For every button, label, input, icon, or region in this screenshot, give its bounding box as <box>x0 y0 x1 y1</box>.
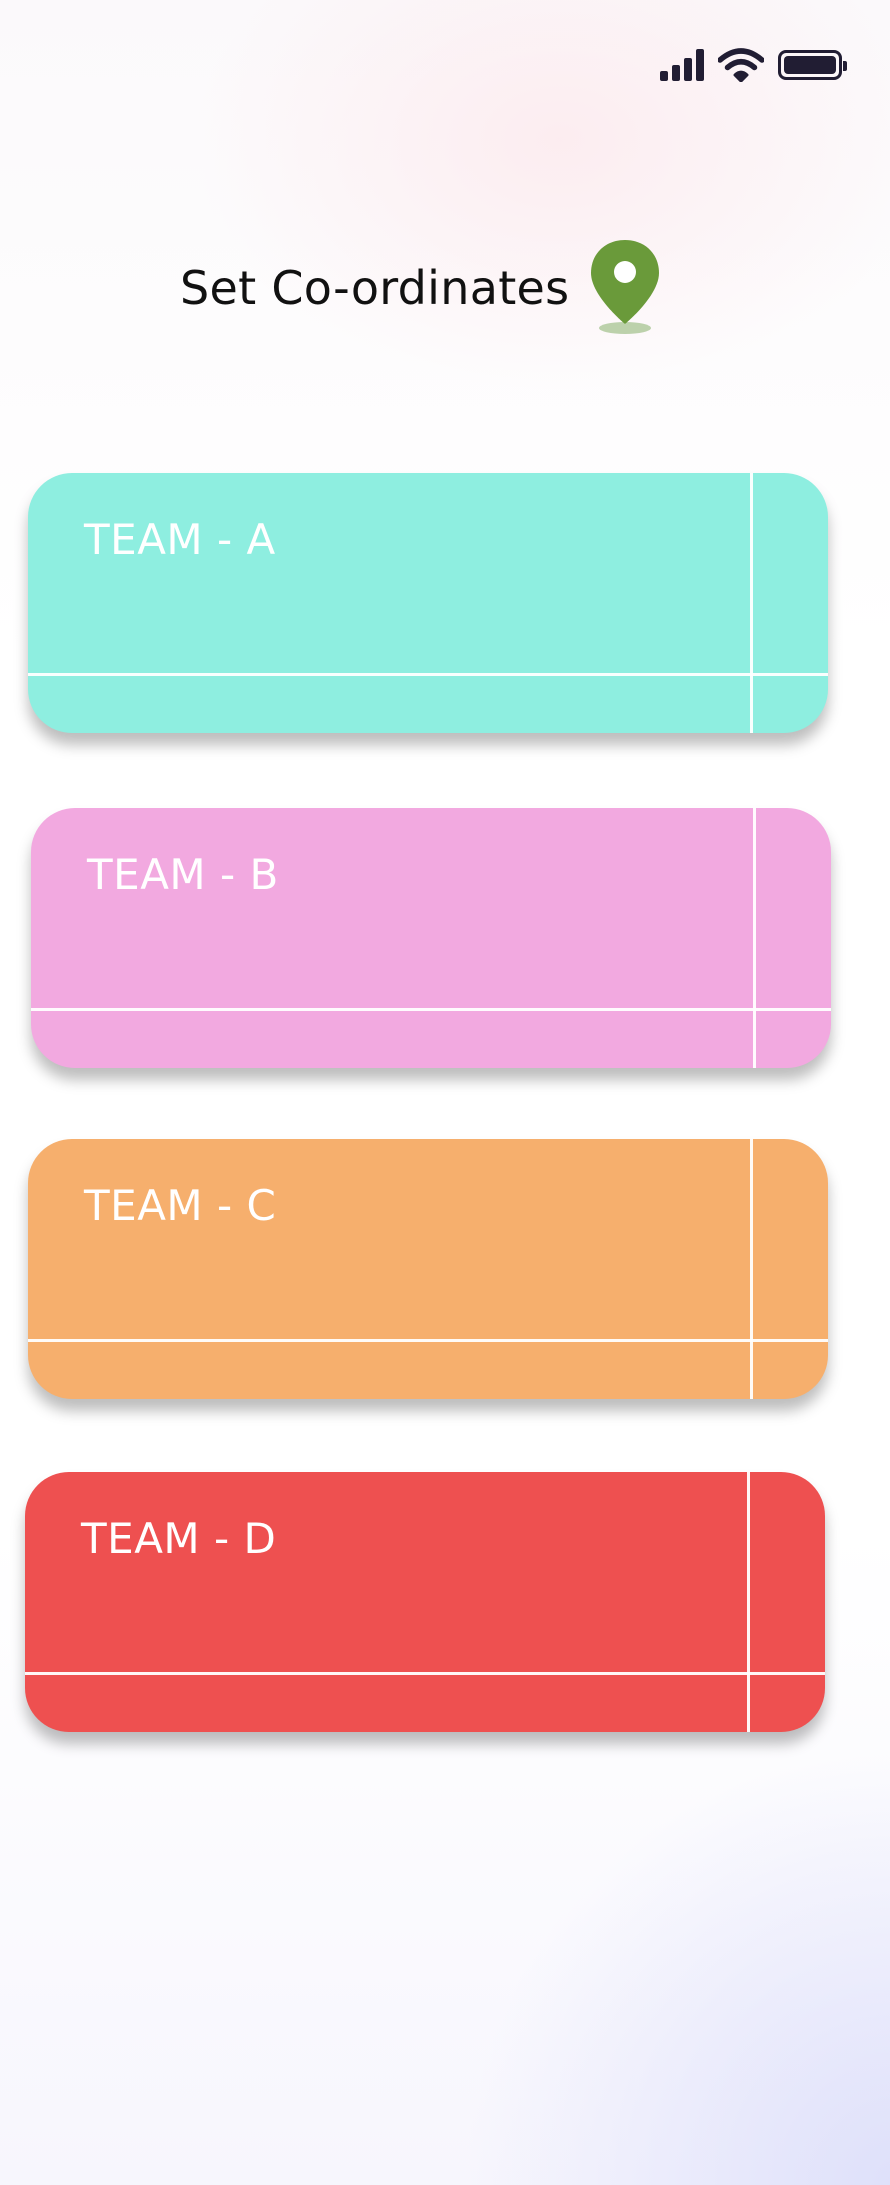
location-pin-icon[interactable] <box>589 238 661 338</box>
team-c-card[interactable]: TEAM - C <box>28 1139 828 1399</box>
signal-icon <box>660 49 704 81</box>
team-b-card[interactable]: TEAM - B <box>31 808 831 1068</box>
team-d-card[interactable]: TEAM - D <box>25 1472 825 1732</box>
battery-icon <box>778 50 847 80</box>
divider-vertical <box>753 808 756 1068</box>
wifi-icon <box>718 48 764 82</box>
divider-vertical <box>750 473 753 733</box>
team-a-card[interactable]: TEAM - A <box>28 473 828 733</box>
team-b-label: TEAM - B <box>87 850 279 899</box>
divider-vertical <box>750 1139 753 1399</box>
team-d-label: TEAM - D <box>81 1514 277 1563</box>
divider-horizontal <box>28 1339 828 1342</box>
team-a-label: TEAM - A <box>84 515 276 564</box>
page-title: Set Co-ordinates <box>180 261 570 315</box>
divider-vertical <box>747 1472 750 1732</box>
divider-horizontal <box>28 673 828 676</box>
divider-horizontal <box>31 1008 831 1011</box>
page-header: Set Co-ordinates <box>180 238 661 338</box>
divider-horizontal <box>25 1672 825 1675</box>
team-c-label: TEAM - C <box>84 1181 277 1230</box>
status-bar <box>660 48 847 82</box>
